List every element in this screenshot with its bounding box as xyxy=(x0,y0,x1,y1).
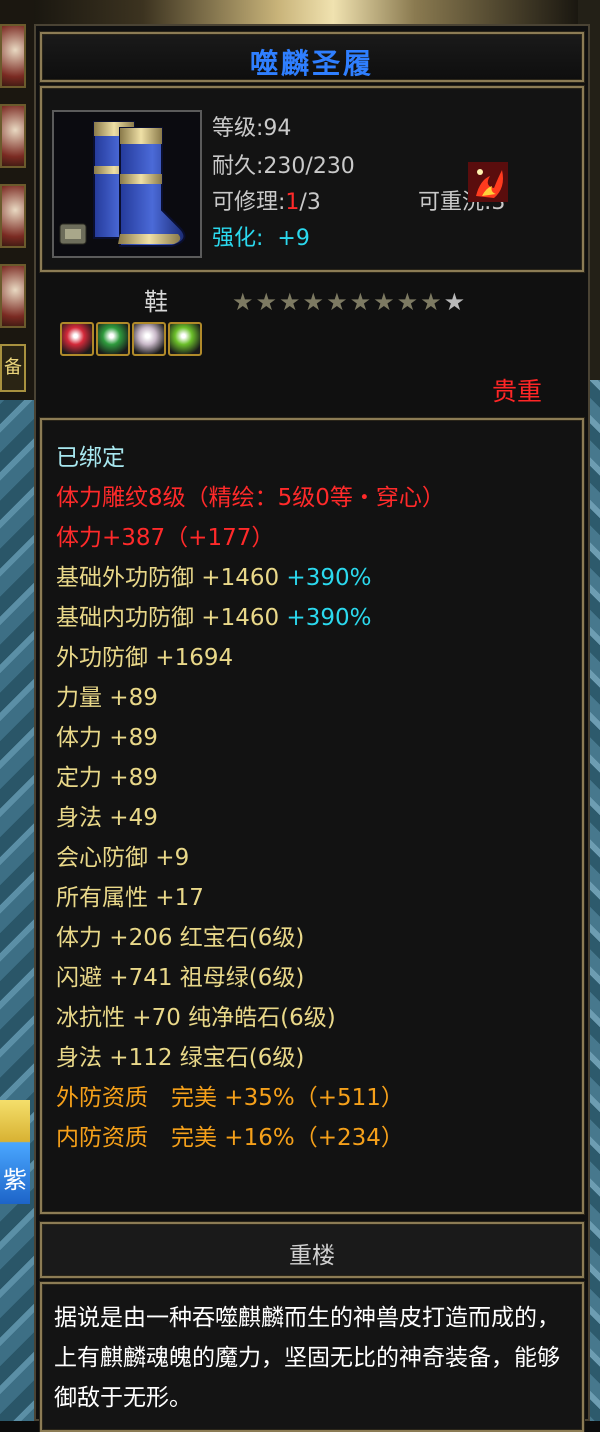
red-gem-icon xyxy=(60,322,94,356)
attribute-text: 基础外功防御 +1460 xyxy=(56,565,280,591)
attribute-line: 闪避 +741 祖母绿(6级) xyxy=(56,958,445,998)
attribute-line: 冰抗性 +70 纯净皓石(6级) xyxy=(56,998,445,1038)
attribute-text: 冰抗性 +70 纯净皓石(6级) xyxy=(56,1005,336,1031)
attribute-text: 体力 +206 红宝石(6级) xyxy=(56,925,305,951)
title-bar: 噬麟圣履 xyxy=(40,32,584,82)
emerald-gem-icon xyxy=(168,322,202,356)
attribute-line: 身法 +49 xyxy=(56,798,445,838)
blue-boots-icon xyxy=(52,110,202,258)
attribute-line: 外功防御 +1694 xyxy=(56,638,445,678)
attribute-bonus-percent: +390% xyxy=(279,565,372,591)
star-filled-icon: ★ xyxy=(232,288,256,316)
durability-text: 耐久:230/230 xyxy=(212,154,355,179)
star-rating: ★★★★★★★★★★ xyxy=(232,288,467,316)
attribute-line: 力量 +89 xyxy=(56,678,445,718)
boots-illustration xyxy=(54,112,200,256)
inventory-slot[interactable] xyxy=(0,24,26,88)
gem-slots xyxy=(60,322,204,360)
attribute-text: 闪避 +741 祖母绿(6级) xyxy=(56,965,305,991)
star-filled-icon: ★ xyxy=(326,288,350,316)
attribute-text: 定力 +89 xyxy=(56,765,158,791)
star-filled-icon: ★ xyxy=(420,288,444,316)
attribute-section: 已绑定体力雕纹8级（精绘：5级0等・穿心） 体力+387（+177） 基础外功防御 … xyxy=(40,418,584,1214)
attribute-line: 体力 +89 xyxy=(56,718,445,758)
repair-current: 1 xyxy=(285,190,300,215)
set-name-bar: 重楼 xyxy=(40,1222,584,1278)
attribute-text: 会心防御 +9 xyxy=(56,845,190,871)
attribute-list: 已绑定体力雕纹8级（精绘：5级0等・穿心） 体力+387（+177） 基础外功防御 … xyxy=(56,438,445,1158)
enhance-label: 强化: xyxy=(212,226,264,251)
star-filled-icon: ★ xyxy=(302,288,327,316)
attribute-line: 外防资质 完美 +35%（+511） xyxy=(56,1078,445,1118)
attribute-line: 内防资质 完美 +16%（+234） xyxy=(56,1118,445,1158)
attribute-line: 体力 +206 红宝石(6级) xyxy=(56,918,445,958)
star-filled-icon: ★ xyxy=(279,288,303,316)
flame-skill-icon xyxy=(468,162,508,202)
star-filled-icon: ★ xyxy=(396,288,421,316)
attribute-line: 体力雕纹8级（精绘：5级0等・穿心） xyxy=(56,478,445,518)
attribute-line: 体力+387（+177） xyxy=(56,518,445,558)
repair-max: /3 xyxy=(299,190,321,215)
attribute-line: 身法 +112 绿宝石(6级) xyxy=(56,1038,445,1078)
attribute-text: 内防资质 完美 +16%（+234） xyxy=(56,1125,404,1151)
white-gem-icon xyxy=(132,322,166,356)
attribute-line: 定力 +89 xyxy=(56,758,445,798)
repair-row: 可修理:1/3 xyxy=(212,184,321,216)
item-name: 噬麟圣履 xyxy=(249,47,374,80)
star-filled-icon: ★ xyxy=(373,288,397,316)
attribute-line: 所有属性 +17 xyxy=(56,878,445,918)
inventory-slot[interactable] xyxy=(0,104,26,168)
attribute-text: 身法 +112 绿宝石(6级) xyxy=(56,1045,305,1071)
equipment-tab[interactable]: 备 xyxy=(0,344,26,392)
set-name: 重楼 xyxy=(289,1243,335,1269)
attribute-line: 基础外功防御 +1460 +390% xyxy=(56,558,445,598)
attribute-text: 体力雕纹8级（精绘：5级0等・穿心） xyxy=(56,485,445,511)
attribute-text: 体力 +89 xyxy=(56,725,158,751)
item-header: 等级:94 耐久:230/230 可修理:1/3 可重洗:3 强化: +9 xyxy=(40,86,584,272)
attribute-text: 体力+387（+177） xyxy=(56,525,275,551)
attribute-text: 外功防御 +1694 xyxy=(56,645,234,671)
attribute-bonus-percent: +390% xyxy=(279,605,372,631)
inventory-slot[interactable] xyxy=(0,264,26,328)
star-filled-icon: ★ xyxy=(255,288,280,316)
attribute-text: 所有属性 +17 xyxy=(56,885,204,911)
enhance-row: 强化: +9 xyxy=(212,220,310,252)
attribute-line: 已绑定 xyxy=(56,438,445,478)
star-filled-icon: ★ xyxy=(349,288,374,316)
item-type: 鞋 xyxy=(144,288,168,316)
item-description: 据说是由一种吞噬麒麟而生的神兽皮打造而成的，上有麒麟魂魄的魔力，坚固无比的神奇装… xyxy=(54,1305,560,1411)
green-gem-icon xyxy=(96,322,130,356)
inventory-slot[interactable] xyxy=(0,184,26,248)
attribute-text: 身法 +49 xyxy=(56,805,158,831)
background-character-model xyxy=(34,0,578,24)
attribute-line: 基础内功防御 +1460 +390% xyxy=(56,598,445,638)
attribute-text: 外防资质 完美 +35%（+511） xyxy=(56,1085,404,1111)
attribute-text: 已绑定 xyxy=(56,445,125,471)
attribute-text: 力量 +89 xyxy=(56,685,158,711)
description-section: 据说是由一种吞噬麒麟而生的神兽皮打造而成的，上有麒麟魂魄的魔力，坚固无比的神奇装… xyxy=(40,1282,584,1432)
star-empty-icon: ★ xyxy=(443,288,468,316)
enhance-value: +9 xyxy=(277,226,310,251)
level-text: 等级:94 xyxy=(212,116,292,141)
attribute-line: 会心防御 +9 xyxy=(56,838,445,878)
side-badge: 紫 xyxy=(0,1100,30,1204)
repair-label: 可修理: xyxy=(212,190,286,215)
rarity-label: 贵重 xyxy=(492,377,543,406)
item-tooltip: 噬麟圣履 等级:94 耐久:230/230 可修理:1/3 可重洗:3 强化: … xyxy=(34,24,590,1432)
attribute-text: 基础内功防御 +1460 xyxy=(56,605,280,631)
